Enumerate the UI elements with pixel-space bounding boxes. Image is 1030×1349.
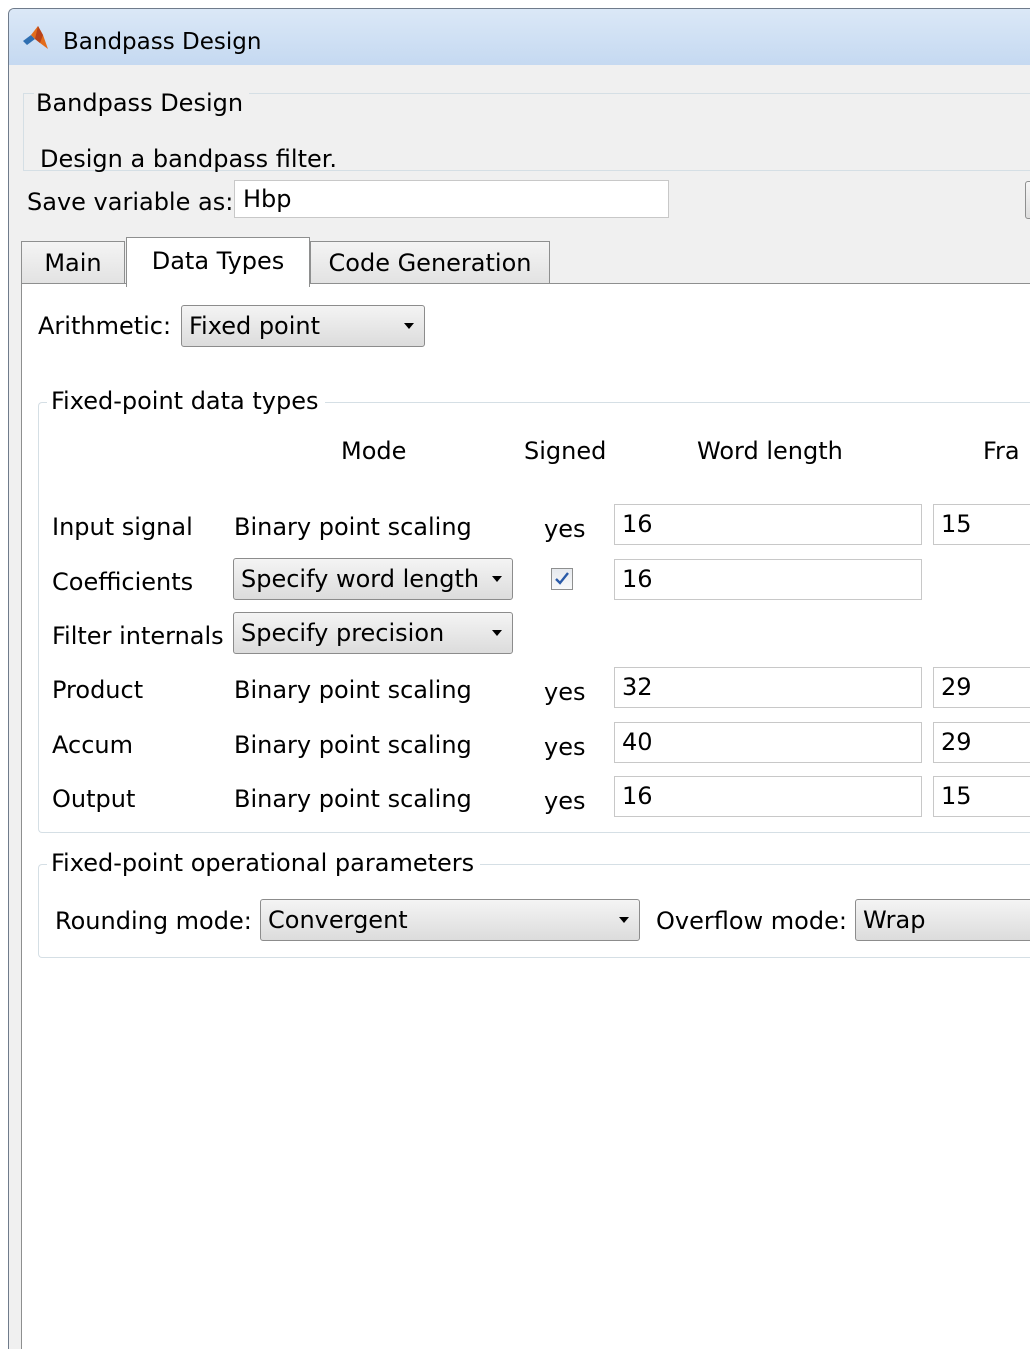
window-title: Bandpass Design	[63, 29, 262, 55]
app-window: Bandpass Design Bandpass Design Design a…	[8, 8, 1030, 1349]
input-signal-mode: Binary point scaling	[234, 513, 472, 541]
overflow-mode-label: Overflow mode:	[656, 907, 847, 935]
coefficients-signed-checkbox[interactable]	[551, 568, 573, 590]
accum-word-length[interactable]: 40	[614, 722, 922, 763]
product-word-length[interactable]: 32	[614, 667, 922, 708]
tab-main-label: Main	[44, 249, 102, 277]
tab-main[interactable]: Main	[21, 241, 125, 284]
overflow-mode-value: Wrap	[863, 906, 926, 934]
matlab-logo-icon	[23, 26, 48, 49]
output-mode: Binary point scaling	[234, 785, 472, 813]
dropdown-arrow-icon	[492, 630, 502, 636]
data-types-panel: Arithmetic: Fixed point Fixed-point data…	[21, 283, 1030, 1349]
output-word-length[interactable]: 16	[614, 776, 922, 817]
save-variable-label: Save variable as:	[27, 188, 234, 216]
rounding-mode-value: Convergent	[268, 906, 408, 934]
output-fraction-length[interactable]: 15	[933, 776, 1030, 817]
product-fraction-length[interactable]: 29	[933, 667, 1030, 708]
output-signed: yes	[544, 787, 586, 815]
save-variable-input[interactable]: Hbp	[234, 180, 669, 218]
column-header-signed: Signed	[524, 437, 607, 465]
input-signal-signed: yes	[544, 515, 586, 543]
tab-code-generation[interactable]: Code Generation	[310, 241, 550, 284]
dropdown-arrow-icon	[492, 576, 502, 582]
input-signal-fraction-length[interactable]: 15	[933, 504, 1030, 545]
title-bar[interactable]: Bandpass Design	[9, 9, 1030, 65]
header-description: Design a bandpass filter.	[40, 145, 338, 173]
product-label: Product	[52, 676, 144, 704]
save-options-button[interactable]	[1025, 181, 1030, 219]
header-panel: Bandpass Design Design a bandpass filter…	[23, 91, 1030, 173]
dropdown-arrow-icon	[619, 917, 629, 923]
filter-internals-label: Filter internals	[52, 622, 224, 650]
tab-data-types[interactable]: Data Types	[126, 237, 310, 287]
filter-internals-value: Specify precision	[241, 619, 445, 647]
checkmark-icon	[555, 572, 569, 585]
column-header-word-length: Word length	[697, 437, 843, 465]
coefficients-label: Coefficients	[52, 568, 194, 596]
product-mode: Binary point scaling	[234, 676, 472, 704]
accum-fraction-length[interactable]: 29	[933, 722, 1030, 763]
output-label: Output	[52, 785, 136, 813]
product-signed: yes	[544, 678, 586, 706]
header-title: Bandpass Design	[34, 91, 250, 115]
coefficients-mode-dropdown[interactable]: Specify word length	[233, 558, 513, 600]
coefficients-word-length[interactable]: 16	[614, 559, 922, 600]
rounding-mode-label: Rounding mode:	[55, 907, 252, 935]
overflow-mode-dropdown[interactable]: Wrap	[855, 899, 1030, 941]
operational-parameters-title: Fixed-point operational parameters	[47, 849, 481, 877]
accum-label: Accum	[52, 731, 133, 759]
dropdown-arrow-icon	[404, 323, 414, 329]
fixed-point-operational-parameters-group: Fixed-point operational parameters Round…	[38, 849, 1030, 958]
arithmetic-label: Arithmetic:	[38, 312, 172, 340]
filter-internals-dropdown[interactable]: Specify precision	[233, 612, 513, 654]
column-header-mode: Mode	[341, 437, 407, 465]
column-header-fraction-length: Fra	[983, 437, 1020, 465]
tab-data-types-label: Data Types	[151, 247, 285, 275]
fixed-point-data-types-group: Fixed-point data types Mode Signed Word …	[38, 387, 1030, 833]
coefficients-mode-value: Specify word length	[241, 565, 480, 593]
input-signal-label: Input signal	[52, 513, 193, 541]
arithmetic-dropdown[interactable]: Fixed point	[181, 305, 425, 347]
fixed-point-data-types-title: Fixed-point data types	[47, 387, 325, 415]
accum-mode: Binary point scaling	[234, 731, 472, 759]
arithmetic-value: Fixed point	[189, 312, 321, 340]
window-left-edge	[0, 8, 8, 1330]
tab-code-generation-label: Code Generation	[328, 249, 532, 277]
rounding-mode-dropdown[interactable]: Convergent	[260, 899, 640, 941]
input-signal-word-length[interactable]: 16	[614, 504, 922, 545]
accum-signed: yes	[544, 733, 586, 761]
